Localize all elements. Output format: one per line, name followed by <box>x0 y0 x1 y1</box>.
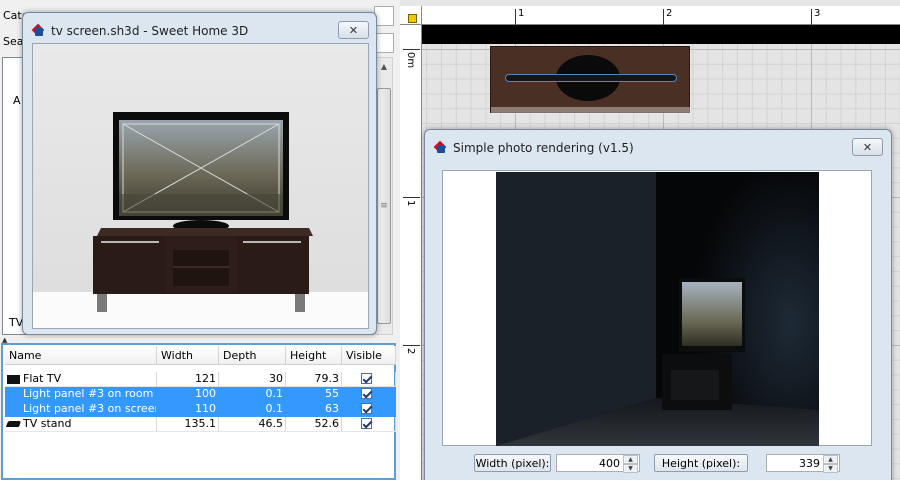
width-value: 400 <box>599 456 620 470</box>
visible-checkbox[interactable] <box>361 403 372 414</box>
sweet-home-3d-icon <box>31 24 45 38</box>
table-header: Name Width Depth Height Visible <box>5 346 396 365</box>
table-row[interactable]: Light panel #3 on screen 110 0.1 63 <box>5 402 396 417</box>
scroll-thumb[interactable]: ≡ <box>377 88 391 324</box>
furniture-table[interactable]: Name Width Depth Height Visible Flat TV … <box>1 343 396 480</box>
close-button[interactable]: ✕ <box>338 21 369 39</box>
column-visible-header[interactable]: Visible <box>342 346 396 365</box>
table-row[interactable]: Flat TV 121 30 79.3 <box>5 372 396 387</box>
row-height: 79.3 <box>286 372 342 387</box>
width-spinner[interactable]: 400 ▲ ▼ <box>556 454 640 473</box>
spinner-up-icon[interactable]: ▲ <box>823 455 838 464</box>
search-input[interactable] <box>374 33 394 53</box>
row-name: Light panel #3 on room <box>23 387 154 400</box>
image-size-row: Width (pixel): 400 ▲ ▼ Height (pixel): 33… <box>442 452 882 473</box>
row-width: 121 <box>157 372 219 387</box>
row-name: Light panel #3 on screen <box>23 402 157 415</box>
photo-title: Simple photo rendering (v1.5) <box>453 141 634 155</box>
ruler-tick-label: 1 <box>403 197 420 206</box>
visible-checkbox[interactable] <box>361 373 372 384</box>
tv-icon <box>7 374 20 384</box>
column-name-header[interactable]: Name <box>5 346 157 365</box>
column-width-header[interactable]: Width <box>157 346 219 365</box>
row-depth: 46.5 <box>219 417 286 432</box>
sweet-home-3d-icon <box>433 141 447 155</box>
photo-rendering-window: Simple photo rendering (v1.5) ✕ Width (p… <box>424 129 892 480</box>
view3d-window: tv screen.sh3d - Sweet Home 3D ✕ <box>22 12 377 335</box>
row-depth: 0.1 <box>219 402 286 417</box>
search-label: Sea <box>3 35 24 48</box>
view3d-title: tv screen.sh3d - Sweet Home 3D <box>51 24 249 38</box>
row-width: 100 <box>157 387 219 402</box>
height-value: 339 <box>799 456 820 470</box>
height-label: Height (pixel): <box>654 454 748 472</box>
ruler-tick-label: 2 <box>403 345 420 354</box>
row-height: 52.6 <box>286 417 342 432</box>
width-label: Width (pixel): <box>474 454 551 472</box>
photo-panel <box>442 170 872 446</box>
tv-stand-icon <box>5 421 22 427</box>
row-width: 110 <box>157 402 219 417</box>
ruler-corner <box>400 6 422 25</box>
spinner-down-icon[interactable]: ▼ <box>823 464 838 473</box>
table-row[interactable]: Light panel #3 on room 100 0.1 55 <box>5 387 396 402</box>
plan-wall[interactable] <box>422 25 900 44</box>
plan-tv-screen <box>505 74 677 82</box>
render-tv-screen <box>682 282 742 346</box>
ruler-tick-label: 0m <box>403 49 420 68</box>
horizontal-ruler: 1 2 3 <box>422 6 900 25</box>
view3d-canvas[interactable] <box>32 43 369 329</box>
row-height: 55 <box>286 387 342 402</box>
catalog-scrollbar[interactable]: ▲ ≡ <box>375 57 393 335</box>
rendered-photo <box>496 172 819 446</box>
rendered-scene <box>496 172 819 446</box>
stand-top <box>97 228 313 236</box>
view3d-title-bar[interactable]: tv screen.sh3d - Sweet Home 3D <box>31 21 248 41</box>
visible-checkbox[interactable] <box>361 388 372 399</box>
row-height: 63 <box>286 402 342 417</box>
plan-furniture-tv[interactable] <box>490 46 691 114</box>
tv-3d-model <box>93 112 313 312</box>
row-width: 135.1 <box>157 417 219 432</box>
scroll-up-icon[interactable]: ▲ <box>376 58 392 74</box>
height-spinner[interactable]: 339 ▲ ▼ <box>766 454 840 473</box>
ruler-tick-label: 2 <box>663 9 672 25</box>
photo-title-bar[interactable]: Simple photo rendering (v1.5) <box>433 138 634 158</box>
close-button[interactable]: ✕ <box>852 138 883 156</box>
tree-category-label[interactable]: A <box>13 94 21 107</box>
column-depth-header[interactable]: Depth <box>219 346 286 365</box>
column-height-header[interactable]: Height <box>286 346 342 365</box>
row-name: Flat TV <box>23 372 62 385</box>
vertical-ruler: 0m 1 2 <box>400 25 422 480</box>
pan-icon[interactable] <box>408 14 417 23</box>
ruler-tick-label: 3 <box>811 9 820 25</box>
spinner-up-icon[interactable]: ▲ <box>623 455 638 464</box>
visible-checkbox[interactable] <box>361 418 372 429</box>
ruler-tick-label: 1 <box>515 9 524 25</box>
row-depth: 0.1 <box>219 387 286 402</box>
row-name: TV stand <box>23 417 72 430</box>
category-combo[interactable] <box>374 6 394 26</box>
table-row[interactable]: TV stand 135.1 46.5 52.6 <box>5 417 396 432</box>
spinner-down-icon[interactable]: ▼ <box>623 464 638 473</box>
row-depth: 30 <box>219 372 286 387</box>
